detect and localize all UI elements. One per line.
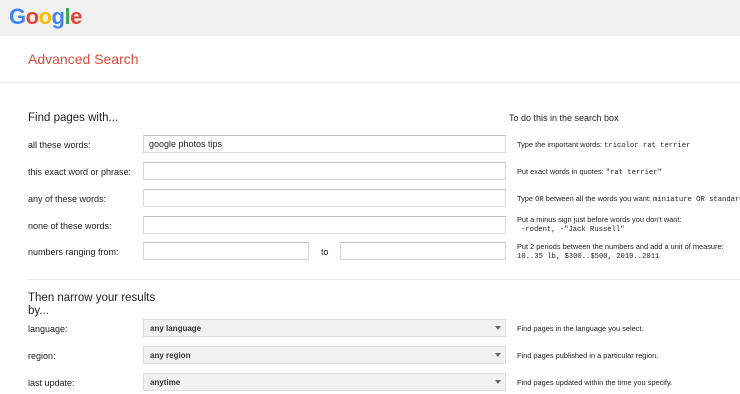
chevron-down-icon (495, 380, 501, 384)
exact-phrase-hint: Put exact words in quotes: "rat terrier" (517, 167, 662, 178)
title-bar: Advanced Search (0, 36, 740, 83)
range-to-input[interactable] (340, 242, 506, 260)
exact-phrase-input[interactable] (143, 162, 506, 180)
chevron-down-icon (495, 353, 501, 357)
hint-text: Put 2 periods between the numbers and ad… (517, 242, 724, 251)
page-title: Advanced Search (28, 51, 139, 67)
region-label: region: (28, 351, 56, 361)
region-value: any region (150, 351, 191, 360)
narrow-heading-line: by... (28, 305, 49, 317)
language-label: language: (28, 324, 68, 334)
any-words-input[interactable] (143, 189, 506, 207)
search-box-hint-heading: To do this in the search box (509, 113, 619, 123)
narrow-results-heading: Then narrow your results by... (28, 292, 155, 318)
find-pages-heading: Find pages with... (28, 112, 119, 124)
language-select[interactable]: any language (143, 319, 506, 337)
none-words-hint: Put a minus sign just before words you d… (517, 215, 682, 235)
top-bar: Google (0, 0, 740, 36)
all-words-label: all these words: (28, 140, 91, 150)
hint-text: Put a minus sign just before words you d… (517, 215, 682, 224)
none-words-input[interactable] (143, 216, 506, 234)
all-words-hint: Type the important words: tricolor rat t… (517, 140, 690, 151)
none-words-label: none of these words: (28, 221, 112, 231)
numbers-range-label: numbers ranging from: (28, 247, 119, 257)
hint-code: OR (535, 196, 544, 204)
chevron-down-icon (495, 326, 501, 330)
hint-text: Type the important words: (517, 140, 603, 149)
hint-text: Put exact words in quotes: (517, 167, 604, 176)
logo-letter: o (38, 4, 52, 29)
any-words-label: any of these words: (28, 194, 107, 204)
range-to-label: to (321, 247, 329, 257)
hint-text: between all the words you want: (545, 194, 651, 203)
all-words-input[interactable] (143, 135, 506, 153)
logo-letter: g (51, 4, 65, 29)
any-words-hint: Type OR between all the words you want: … (517, 194, 740, 205)
logo-letter: e (70, 4, 82, 29)
language-value: any language (150, 324, 202, 333)
section-divider (28, 279, 740, 280)
logo-letter: G (9, 4, 26, 29)
range-from-input[interactable] (143, 242, 309, 260)
last-update-select[interactable]: anytime (143, 373, 506, 391)
numbers-range-hint: Put 2 periods between the numbers and ad… (517, 242, 724, 262)
region-hint: Find pages published in a particular reg… (517, 351, 659, 360)
google-logo[interactable]: Google (9, 4, 82, 30)
last-update-label: last update: (28, 378, 75, 388)
hint-code: 10..35 lb, $300..$500, 2010..2011 (517, 253, 660, 261)
narrow-heading-line: Then narrow your results (28, 292, 156, 304)
hint-code: -rodent, -"Jack Russell" (521, 226, 625, 234)
hint-text: Type (517, 194, 534, 203)
logo-letter: o (25, 4, 39, 29)
last-update-hint: Find pages updated within the time you s… (517, 378, 673, 387)
exact-phrase-label: this exact word or phrase: (28, 167, 132, 177)
hint-code: tricolor rat terrier (604, 142, 691, 150)
region-select[interactable]: any region (143, 346, 506, 364)
language-hint: Find pages in the language you select. (517, 324, 644, 333)
hint-code: miniature OR standard (653, 196, 740, 204)
last-update-value: anytime (150, 378, 181, 387)
hint-code: "rat terrier" (605, 169, 662, 177)
